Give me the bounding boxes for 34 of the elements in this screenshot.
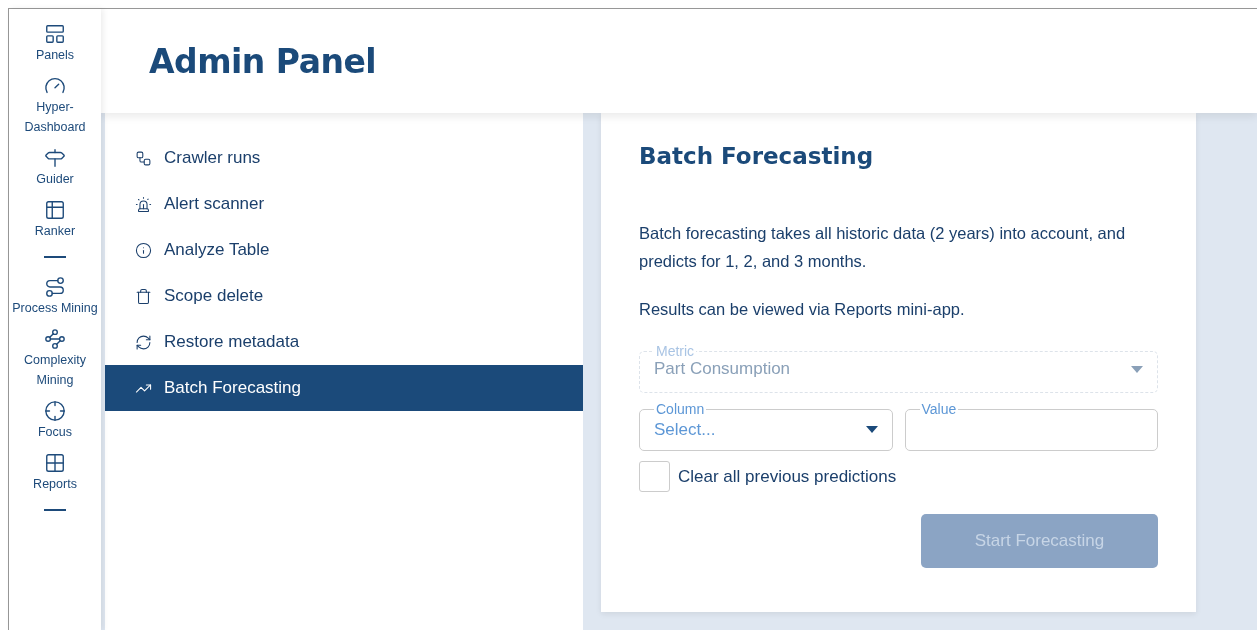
nodes-icon	[135, 149, 152, 167]
sidebar-item[interactable]: Complexity Mining	[12, 324, 98, 394]
sidebar-item[interactable]: Hyper-Dashboard	[12, 71, 98, 141]
description-text: Batch forecasting takes all historic data (2 years) into account, and predicts for 1, 2, and 3 months.	[639, 223, 1127, 272]
refresh-icon	[135, 333, 152, 351]
panel-icon	[44, 23, 66, 45]
caret-icon	[1131, 365, 1143, 373]
info-icon	[135, 241, 152, 259]
checkbox-label: Clear all previous predictions	[678, 466, 897, 487]
menu-item[interactable]: Crawler runs	[105, 135, 583, 181]
card-title: Batch Forecasting	[639, 143, 875, 169]
crosshair-icon	[44, 400, 66, 422]
menu-item[interactable]: Alert scanner	[105, 181, 583, 227]
sidebar-item[interactable]: Process Mining	[12, 272, 98, 322]
signpost-icon	[44, 147, 66, 169]
description-text: Results can be viewed via Reports mini-app.	[639, 299, 966, 320]
sidebar-item[interactable]: Guider	[36, 143, 74, 193]
menu-item[interactable]: Analyze Table	[105, 227, 583, 273]
siren-icon	[135, 195, 152, 213]
caret-icon	[865, 426, 878, 433]
network-icon	[44, 328, 66, 350]
sidebar-item[interactable]: Panels	[35, 19, 75, 69]
menu-item[interactable]: Restore metadata	[105, 319, 583, 365]
sidebar-item[interactable]: Focus	[37, 396, 72, 446]
checkbox[interactable]	[639, 461, 670, 492]
menu-item[interactable]: Batch Forecasting	[105, 365, 583, 411]
table-icon	[44, 199, 66, 221]
route-icon	[44, 276, 66, 298]
page-title: Admin Panel	[149, 41, 377, 81]
menu-item[interactable]: Scope delete	[105, 273, 583, 319]
sidebar-item[interactable]: Ranker	[34, 195, 76, 245]
grid-icon	[44, 452, 66, 474]
trash-icon	[135, 287, 152, 305]
sidebar-item[interactable]: Reports	[33, 448, 77, 498]
